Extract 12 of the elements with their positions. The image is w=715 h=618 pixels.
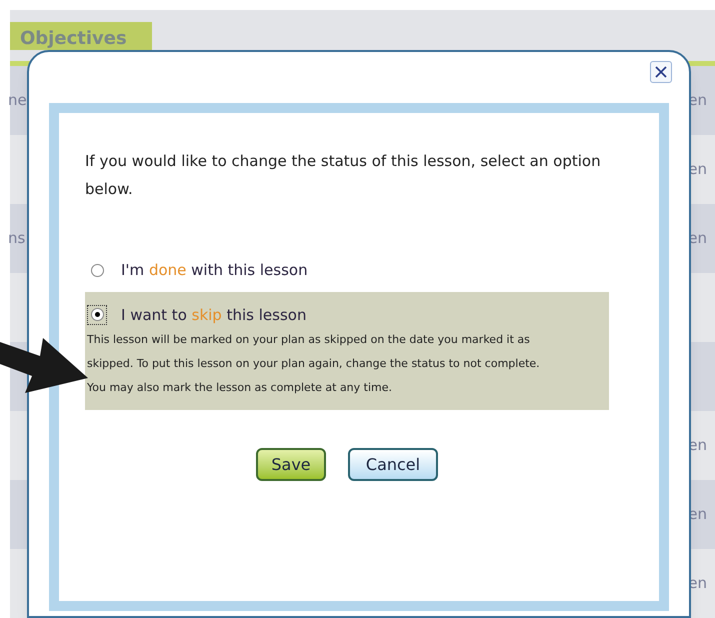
close-icon — [655, 66, 667, 78]
option-label[interactable]: I'm done with this lesson — [121, 259, 308, 282]
save-button[interactable]: Save — [256, 448, 326, 481]
option-label[interactable]: I want to skip this lesson — [121, 304, 306, 326]
row-text: ns — [8, 228, 26, 250]
prompt-text: If you would like to change the status of this lesson, select an option below. — [85, 151, 602, 200]
row-text: ne — [8, 90, 27, 112]
cancel-button[interactable]: Cancel — [348, 448, 438, 481]
radio-button[interactable] — [87, 304, 107, 325]
option-description: This lesson will be marked on your plan as skipped on the date you marked it as skipped. To put this lesson on your plan again, change the status to not complete. You may also mark the lesson as complete at any time. — [87, 332, 541, 396]
arrow-icon — [0, 338, 88, 394]
close-button[interactable] — [650, 61, 672, 83]
